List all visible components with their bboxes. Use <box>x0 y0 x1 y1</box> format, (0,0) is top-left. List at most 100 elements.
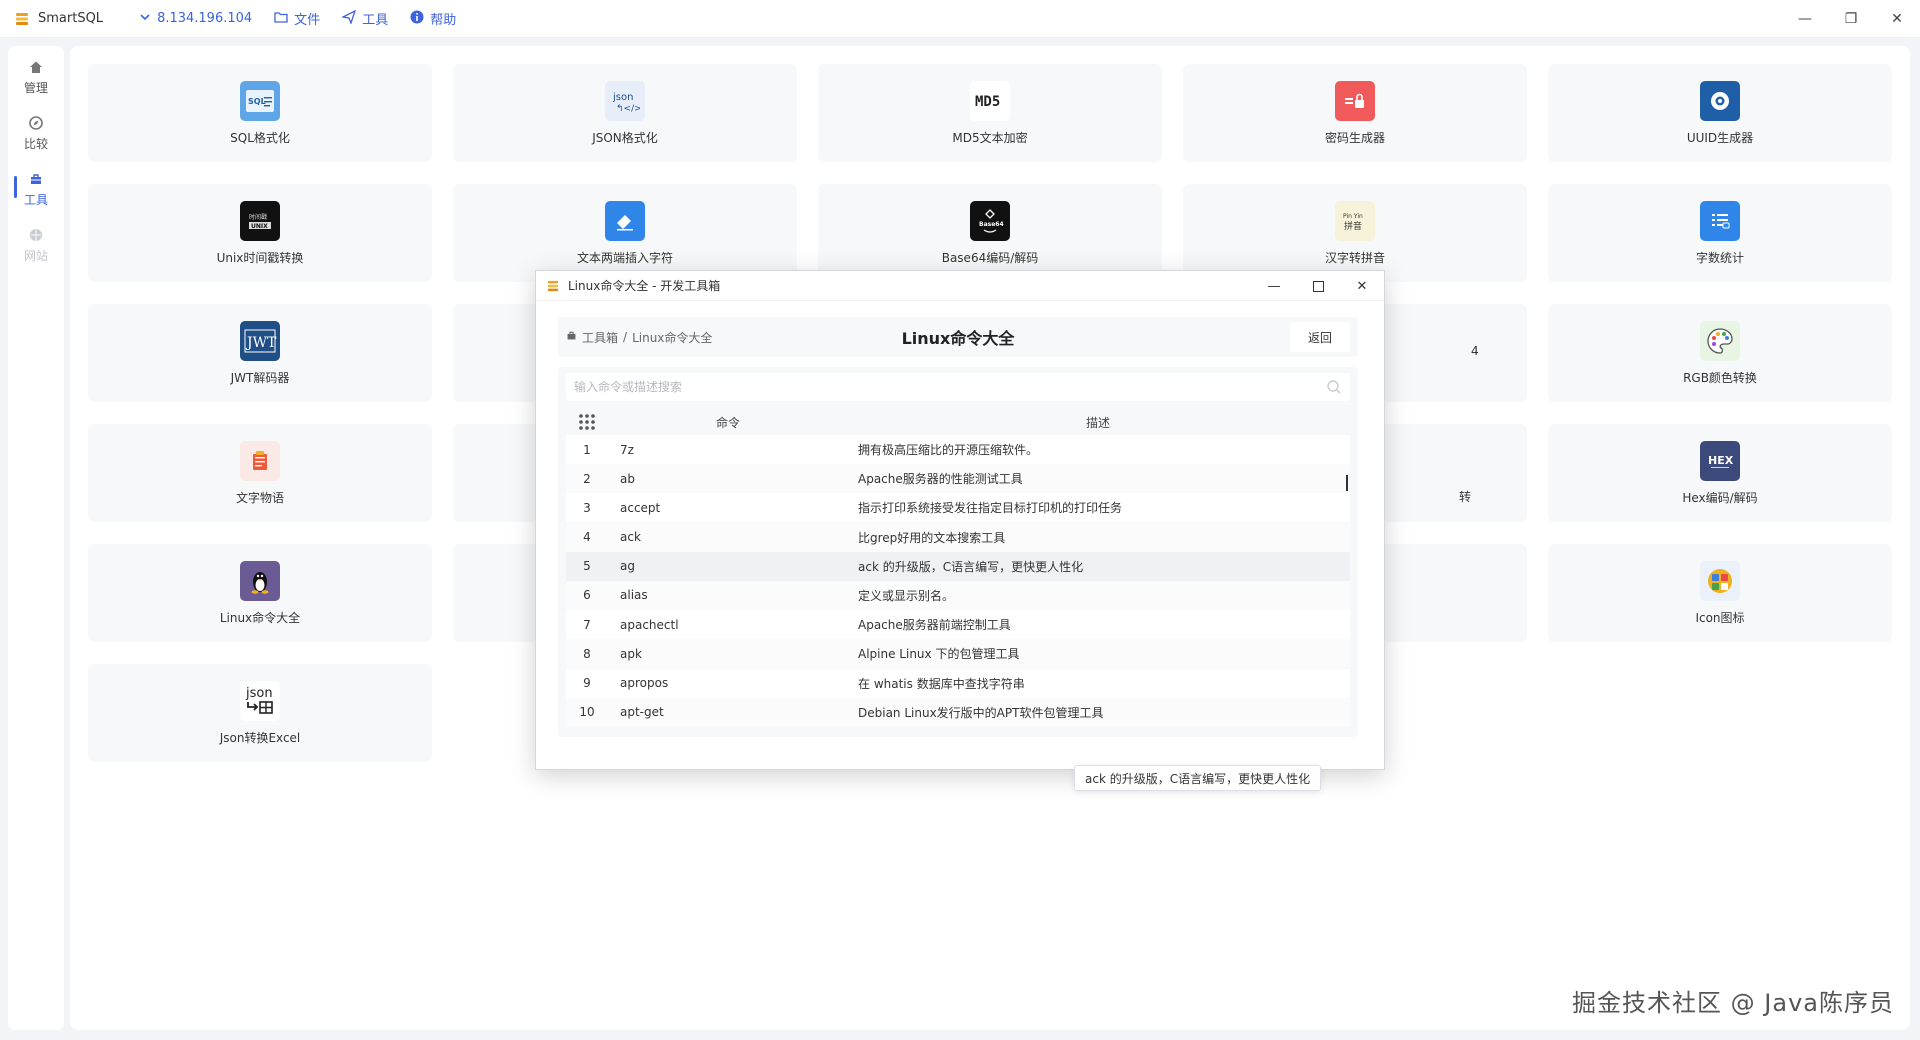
row-command: accept <box>620 500 661 515</box>
table-row[interactable]: 2 ab Apache服务器的性能测试工具 <box>566 464 1350 494</box>
table-row[interactable]: 1 7z 拥有极高压缩比的开源压缩软件。 <box>566 435 1350 464</box>
tile-password[interactable]: 密码生成器 <box>1183 64 1527 162</box>
sidebar-item-manage[interactable]: 管理 <box>8 52 64 102</box>
tile-md5[interactable]: MD5 MD5文本加密 <box>818 64 1162 162</box>
row-number: 9 <box>583 676 591 690</box>
restore-button[interactable]: ❐ <box>1828 0 1874 38</box>
dialog-minimize-button[interactable]: — <box>1252 271 1296 301</box>
connection-selector[interactable]: 8.134.196.104 <box>139 11 252 27</box>
sidebar: 管理 比较 工具 网站 <box>8 46 64 1030</box>
table-row[interactable]: 8 apk Alpine Linux 下的包管理工具 <box>566 639 1350 669</box>
svg-text:json: json <box>612 92 633 103</box>
table-row-hovered[interactable]: 5 ag ack 的升级版，C语言编写，更快更人性化 <box>566 551 1350 581</box>
tile-text-insert[interactable]: 文本两端插入字符 <box>453 184 797 282</box>
dialog-close-button[interactable]: ✕ <box>1340 271 1384 301</box>
tile-word-count[interactable]: 字数统计 <box>1548 184 1892 282</box>
svg-text:json: json <box>245 686 273 701</box>
sidebar-item-label: 网站 <box>23 248 48 263</box>
pinyin-icon: Pin Yin 拼音 <box>1335 200 1375 241</box>
row-number: 10 <box>579 705 595 720</box>
svg-text:SQL: SQL <box>248 97 266 106</box>
tile-label: Unix时间戳转换 <box>216 250 304 265</box>
description-tooltip: ack 的升级版，C语言编写，更快更人性化 <box>1074 765 1322 791</box>
table-row[interactable]: 3 accept 指示打印系统接受发往指定目标打印机的打印任务 <box>566 493 1350 523</box>
row-command: apachectl <box>620 617 679 632</box>
tile-jwt[interactable]: JWT JWT解码器 <box>88 304 432 402</box>
tile-label: 文本两端插入字符 <box>576 250 673 265</box>
table-row[interactable]: 7 apachectl Apache服务器前端控制工具 <box>566 610 1350 640</box>
tile-unix-timestamp[interactable]: 时间戳 UNIX Unix时间戳转换 <box>88 184 432 282</box>
dialog-window-controls: — ✕ <box>1252 271 1384 301</box>
scrollbar-thumb[interactable] <box>1346 475 1348 491</box>
svg-text:Pin Yin: Pin Yin <box>1343 213 1363 220</box>
tile-sql-format[interactable]: SQL SQL格式化 <box>88 64 432 162</box>
tile-label: SQL格式化 <box>230 130 290 145</box>
unix-icon: 时间戳 UNIX <box>240 200 280 241</box>
tile-base64[interactable]: Base64 Base64编码/解码 <box>818 184 1162 282</box>
search-icon[interactable] <box>1326 379 1342 395</box>
tile-linux-commands[interactable]: Linux命令大全 <box>88 544 432 642</box>
breadcrumb-root[interactable]: 工具箱 <box>582 329 618 346</box>
row-command: alias <box>620 588 648 603</box>
table-header: 命令 描述 <box>566 409 1350 435</box>
tile-label: 文字物语 <box>235 490 284 505</box>
sql-format-icon: SQL <box>240 80 280 121</box>
breadcrumb-current: Linux命令大全 <box>632 330 713 345</box>
table-row[interactable]: 4 ack 比grep好用的文本搜索工具 <box>566 522 1350 552</box>
minimize-button[interactable]: — <box>1782 0 1828 38</box>
tile-text-story[interactable]: 文字物语 <box>88 424 432 522</box>
tile-json-excel[interactable]: json Json转换Excel <box>88 664 432 762</box>
dialog-maximize-button[interactable] <box>1296 271 1340 301</box>
row-number: 3 <box>583 500 591 515</box>
tile-label: Hex编码/解码 <box>1682 490 1758 505</box>
tile-label: 密码生成器 <box>1324 130 1385 145</box>
linux-icon <box>240 560 280 601</box>
row-description: ack 的升级版，C语言编写，更快更人性化 <box>858 559 1084 574</box>
svg-text:MD5: MD5 <box>975 94 1000 110</box>
search-input[interactable] <box>566 373 1350 401</box>
tile-json-format[interactable]: json ↰</> JSON格式化 <box>453 64 797 162</box>
column-header-command[interactable]: 命令 <box>608 414 848 431</box>
linux-commands-dialog: Linux命令大全 - 开发工具箱 — ✕ 工具箱 / Linux命令大全 Li… <box>535 270 1385 791</box>
text-story-icon <box>240 440 280 481</box>
back-button[interactable]: 返回 <box>1290 322 1350 352</box>
sidebar-item-label: 工具 <box>23 192 48 207</box>
compare-icon <box>28 115 44 131</box>
tile-rgb[interactable]: RGB颜色转换 <box>1548 304 1892 402</box>
uuid-icon <box>1700 80 1740 121</box>
menu-help[interactable]: 帮助 <box>410 9 456 28</box>
sidebar-item-compare[interactable]: 比较 <box>8 108 64 158</box>
grid-menu-icon[interactable] <box>566 413 608 431</box>
row-description: 指示打印系统接受发往指定目标打印机的打印任务 <box>858 501 1123 516</box>
column-header-description[interactable]: 描述 <box>848 414 1348 431</box>
home-icon <box>28 59 44 75</box>
row-number: 7 <box>583 617 591 632</box>
app-logo-icon <box>546 279 560 293</box>
tile-label-fragment: 转 <box>1459 490 1472 504</box>
password-icon <box>1335 80 1375 121</box>
sidebar-item-tools[interactable]: 工具 <box>8 164 64 214</box>
menu-help-label: 帮助 <box>430 13 457 28</box>
tile-hex[interactable]: HEX Hex编码/解码 <box>1548 424 1892 522</box>
tile-pinyin[interactable]: Pin Yin 拼音 汉字转拼音 <box>1183 184 1527 282</box>
title-bar: SmartSQL 8.134.196.104 文件 工具 帮助 — ❐ ✕ <box>0 0 1920 38</box>
app-logo-icon <box>14 11 30 27</box>
row-command: apt-get <box>620 705 664 720</box>
row-number: 1 <box>583 442 591 457</box>
svg-text:JWT: JWT <box>245 335 277 351</box>
close-button[interactable]: ✕ <box>1874 0 1920 38</box>
svg-text:HEX: HEX <box>1708 454 1734 467</box>
tile-uuid[interactable]: UUID生成器 <box>1548 64 1892 162</box>
app-name: SmartSQL <box>38 11 104 26</box>
tile-icon-library[interactable]: Icon图标 <box>1548 544 1892 642</box>
menu-tools[interactable]: 工具 <box>341 9 388 28</box>
table-row[interactable]: 9 apropos 在 whatis 数据库中查找字符串 <box>566 668 1350 698</box>
row-command: 7z <box>620 442 634 457</box>
table-row[interactable]: 6 alias 定义或显示别名。 <box>566 580 1350 610</box>
connection-label: 8.134.196.104 <box>157 11 253 26</box>
menu-file[interactable]: 文件 <box>274 9 320 28</box>
tile-label: Base64编码/解码 <box>941 250 1039 265</box>
sidebar-item-web[interactable]: 网站 <box>8 220 64 270</box>
row-command: apk <box>620 646 642 661</box>
table-row[interactable]: 10 apt-get Debian Linux发行版中的APT软件包管理工具 <box>566 697 1350 727</box>
